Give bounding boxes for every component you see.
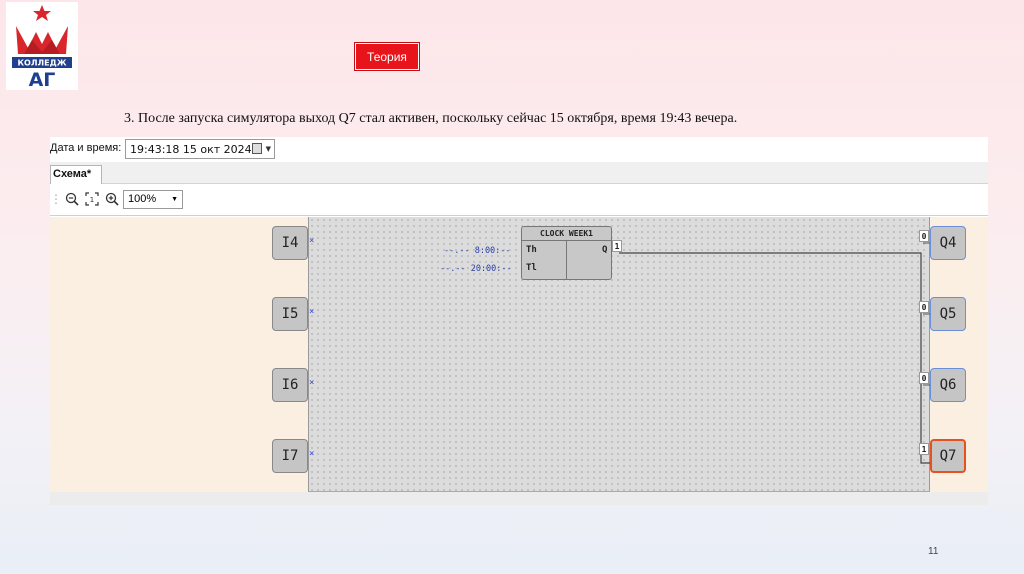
toolbar-grip-icon[interactable]: ⋮ [50,192,62,206]
output-state-badge: 0 [919,230,929,242]
theory-button[interactable]: Теория [354,42,420,71]
input-label: I7 [281,448,299,464]
datetime-label: Дата и время: [50,142,122,154]
output-block-q7[interactable]: Q7 [930,439,966,473]
zoom-out-icon[interactable] [64,191,80,207]
output-block-q6[interactable]: Q6 [930,368,966,402]
clock-week-block[interactable]: CLOCK WEEK1 Th Tl Q [521,226,612,280]
clock-port-tl: Tl [526,263,537,273]
output-state-badge: 1 [919,443,929,455]
inputs-panel [50,217,308,492]
zoom-in-icon[interactable] [104,191,120,207]
output-label: Q5 [939,306,957,322]
datetime-field[interactable]: 19:43:18 15 окт 2024 ▼ [125,139,275,159]
input-block-i7[interactable]: I7 [272,439,308,473]
zoom-select[interactable]: 100% ▼ [123,190,183,209]
calendar-icon[interactable] [252,143,262,154]
input-label: I6 [281,377,299,393]
output-label: Q7 [939,448,957,464]
param-off-time: --.-- 20:00:-- [440,264,512,274]
clock-title: CLOCK WEEK1 [522,227,611,241]
chevron-down-icon[interactable]: ▼ [171,196,178,203]
simulator-screenshot: Дата и время: 19:43:18 15 окт 2024 ▼ Схе… [50,137,988,505]
slide-caption: 3. После запуска симулятора выход Q7 ста… [124,111,738,126]
clock-port-th: Th [526,245,537,255]
pin-cross-icon: × [309,236,315,246]
pin-cross-icon: × [309,307,315,317]
input-block-i5[interactable]: I5 [272,297,308,331]
svg-text:1: 1 [90,196,94,204]
fit-icon[interactable]: 1 [84,191,100,207]
output-label: Q6 [939,377,957,393]
output-block-q5[interactable]: Q5 [930,297,966,331]
logo-college-text: КОЛЛЕДЖ [17,59,66,68]
chevron-down-icon[interactable]: ▼ [266,145,271,153]
input-label: I5 [281,306,299,322]
pin-cross-icon: × [309,378,315,388]
pin-cross-icon: × [309,449,315,459]
input-block-i4[interactable]: I4 [272,226,308,260]
param-on-time: --.-- 8:00:-- [444,246,511,256]
clock-port-q: Q [602,245,608,255]
datetime-value: 19:43:18 15 окт 2024 [130,143,252,156]
zoom-toolbar: ⋮ 1 100% ▼ [50,184,988,216]
tab-schema[interactable]: Схема* [50,165,102,184]
clock-divider [566,241,567,280]
datetime-bar: Дата и время: 19:43:18 15 окт 2024 ▼ [50,137,988,162]
college-logo: КОЛЛЕДЖ АГ [6,2,78,90]
diagram-canvas[interactable] [308,217,930,492]
zoom-value: 100% [128,193,157,205]
bottom-scroll-area [50,492,988,505]
tab-schema-label: Схема* [53,168,92,180]
output-label: Q4 [939,235,957,251]
input-label: I4 [281,235,299,251]
clock-output-state: 1 [612,240,622,252]
input-block-i6[interactable]: I6 [272,368,308,402]
output-state-badge: 0 [919,372,929,384]
output-block-q4[interactable]: Q4 [930,226,966,260]
logo-letters: АГ [29,69,56,90]
page-number: 11 [928,546,939,557]
tab-bar: Схема* [50,162,988,184]
output-state-badge: 0 [919,301,929,313]
college-logo-graphic: КОЛЛЕДЖ АГ [12,5,72,90]
